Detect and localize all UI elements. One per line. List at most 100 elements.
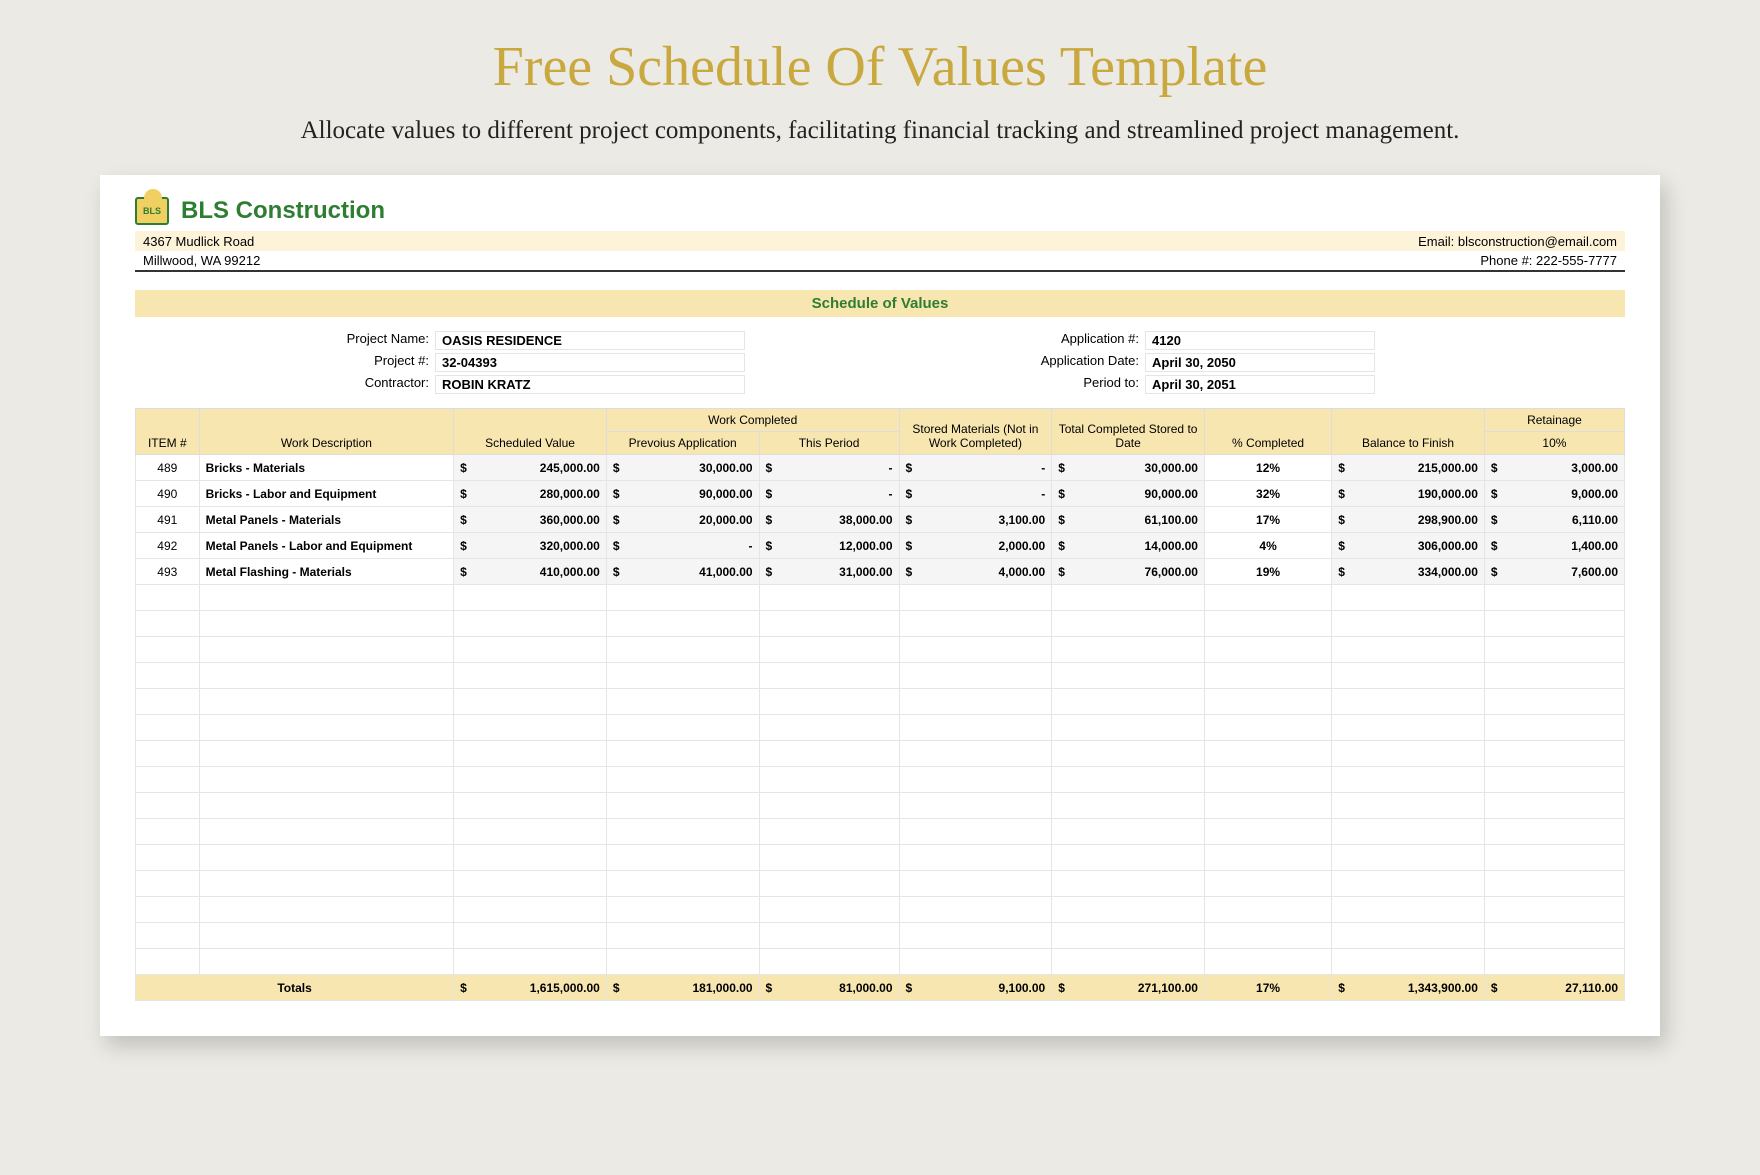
empty-cell [899,715,1052,741]
empty-cell [759,819,899,845]
empty-cell [136,611,200,637]
empty-cell [1204,845,1331,871]
money-cell: $181,000.00 [606,975,759,1001]
empty-cell [1332,689,1485,715]
table-row: 489Bricks - Materials$245,000.00$30,000.… [136,455,1625,481]
cell-pct: 17% [1204,507,1331,533]
empty-cell [454,689,607,715]
empty-cell [136,793,200,819]
meta-item: Period to:April 30, 2051 [995,375,1375,394]
empty-cell [1484,663,1624,689]
cell-item: 489 [136,455,200,481]
empty-cell [899,637,1052,663]
empty-cell [136,663,200,689]
empty-cell [1052,611,1205,637]
empty-cell [899,845,1052,871]
empty-cell [1052,819,1205,845]
empty-cell [454,923,607,949]
empty-cell [899,611,1052,637]
table-row-empty [136,585,1625,611]
empty-cell [606,845,759,871]
empty-cell [1484,637,1624,663]
company-header: BLS BLS Construction [135,197,1625,225]
table-row: 490Bricks - Labor and Equipment$280,000.… [136,481,1625,507]
empty-cell [1052,897,1205,923]
empty-cell [759,923,899,949]
empty-cell [1204,871,1331,897]
money-cell: $9,000.00 [1484,481,1624,507]
money-cell: $90,000.00 [1052,481,1205,507]
empty-cell [759,949,899,975]
empty-cell [1052,949,1205,975]
money-cell: $9,100.00 [899,975,1052,1001]
money-cell: $14,000.00 [1052,533,1205,559]
empty-cell [1332,819,1485,845]
money-cell: $2,000.00 [899,533,1052,559]
empty-cell [199,871,454,897]
money-cell: $360,000.00 [454,507,607,533]
meta-item: Project Name:OASIS RESIDENCE [285,331,745,350]
table-row-empty [136,897,1625,923]
totals-row: Totals$1,615,000.00$181,000.00$81,000.00… [136,975,1625,1001]
header-balance: Balance to Finish [1332,409,1485,455]
empty-cell [759,741,899,767]
meta-label: Application Date: [995,353,1145,372]
money-cell: $1,615,000.00 [454,975,607,1001]
header-prev: Prevoius Application [606,432,759,455]
empty-cell [199,845,454,871]
empty-cell [1484,897,1624,923]
empty-cell [1484,871,1624,897]
empty-cell [1052,845,1205,871]
empty-cell [1332,637,1485,663]
meta-item: Application #:4120 [995,331,1375,350]
table-row-empty [136,767,1625,793]
header-pct: % Completed [1204,409,1331,455]
money-cell: $7,600.00 [1484,559,1624,585]
empty-cell [1204,637,1331,663]
empty-cell [454,845,607,871]
empty-cell [199,663,454,689]
empty-cell [136,871,200,897]
money-cell: $215,000.00 [1332,455,1485,481]
empty-cell [136,897,200,923]
cell-pct: 32% [1204,481,1331,507]
empty-cell [199,767,454,793]
table-body: 489Bricks - Materials$245,000.00$30,000.… [136,455,1625,1001]
empty-cell [1484,611,1624,637]
empty-cell [606,819,759,845]
empty-cell [1204,949,1331,975]
empty-cell [759,715,899,741]
meta-item: Contractor:ROBIN KRATZ [285,375,745,394]
cell-pct: 12% [1204,455,1331,481]
empty-cell [136,689,200,715]
table-row: 493Metal Flashing - Materials$410,000.00… [136,559,1625,585]
empty-cell [454,715,607,741]
empty-cell [136,949,200,975]
empty-cell [899,871,1052,897]
cell-item: 493 [136,559,200,585]
empty-cell [1052,637,1205,663]
empty-cell [1204,923,1331,949]
empty-cell [454,897,607,923]
empty-cell [899,923,1052,949]
meta-row: Project Name:OASIS RESIDENCEProject #:32… [135,331,1625,394]
empty-cell [454,871,607,897]
empty-cell [1052,871,1205,897]
empty-cell [1052,767,1205,793]
empty-cell [1332,949,1485,975]
empty-cell [1332,741,1485,767]
empty-cell [606,793,759,819]
money-cell: $1,343,900.00 [1332,975,1485,1001]
empty-cell [606,923,759,949]
empty-cell [136,923,200,949]
table-row: 492Metal Panels - Labor and Equipment$32… [136,533,1625,559]
empty-cell [606,871,759,897]
empty-cell [454,949,607,975]
empty-cell [606,663,759,689]
header-work-completed: Work Completed [606,409,899,432]
empty-cell [1052,689,1205,715]
empty-cell [1204,897,1331,923]
cell-desc: Metal Flashing - Materials [199,559,454,585]
table-row-empty [136,845,1625,871]
empty-cell [759,871,899,897]
